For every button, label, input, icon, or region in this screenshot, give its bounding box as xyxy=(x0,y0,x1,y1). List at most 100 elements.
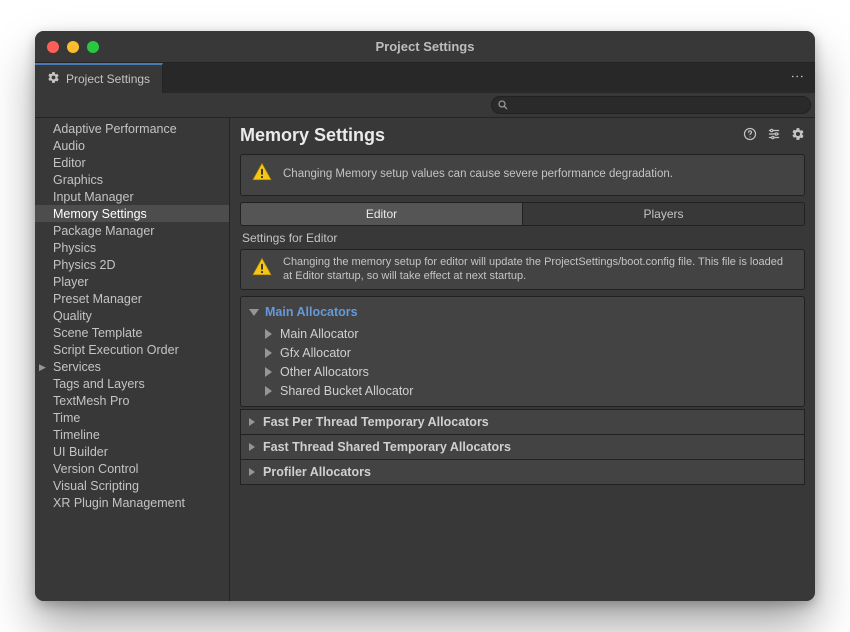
window-controls xyxy=(47,41,99,53)
sidebar-item-label: Adaptive Performance xyxy=(53,122,177,136)
main-allocators-title: Main Allocators xyxy=(265,305,358,319)
warning-icon xyxy=(251,256,273,283)
triangle-right-icon xyxy=(249,443,255,451)
main-panel: Memory Settings Changing Memory setup va… xyxy=(230,118,815,601)
sidebar-item-label: Quality xyxy=(53,309,92,323)
sidebar-item-visual-scripting[interactable]: Visual Scripting xyxy=(35,477,229,494)
sidebar-item-timeline[interactable]: Timeline xyxy=(35,426,229,443)
allocator-label: Shared Bucket Allocator xyxy=(280,384,413,398)
sidebar-item-quality[interactable]: Quality xyxy=(35,307,229,324)
sidebar-item-label: Graphics xyxy=(53,173,103,187)
maximize-window-button[interactable] xyxy=(87,41,99,53)
header-icons xyxy=(743,127,805,144)
sidebar-item-input-manager[interactable]: Input Manager xyxy=(35,188,229,205)
sidebar-item-xr-plugin-management[interactable]: XR Plugin Management xyxy=(35,494,229,511)
foldout-fast-per-thread-temporary-allocators[interactable]: Fast Per Thread Temporary Allocators xyxy=(240,409,805,435)
gear-icon xyxy=(47,71,60,87)
sidebar-item-label: Player xyxy=(53,275,88,289)
foldout-label: Fast Per Thread Temporary Allocators xyxy=(263,415,489,429)
search-row xyxy=(35,93,815,117)
sidebar-item-preset-manager[interactable]: Preset Manager xyxy=(35,290,229,307)
sidebar-item-editor[interactable]: Editor xyxy=(35,154,229,171)
allocator-foldout-other-allocators[interactable]: Other Allocators xyxy=(265,362,804,381)
window-title: Project Settings xyxy=(376,39,475,54)
foldout-label: Fast Thread Shared Temporary Allocators xyxy=(263,440,511,454)
allocator-foldout-main-allocator[interactable]: Main Allocator xyxy=(265,324,804,343)
settings-subtitle: Settings for Editor xyxy=(240,226,805,249)
sidebar-item-label: TextMesh Pro xyxy=(53,394,129,408)
sidebar-item-time[interactable]: Time xyxy=(35,409,229,426)
foldout-profiler-allocators[interactable]: Profiler Allocators xyxy=(240,460,805,485)
sidebar-item-graphics[interactable]: Graphics xyxy=(35,171,229,188)
top-warning-text: Changing Memory setup values can cause s… xyxy=(283,167,673,183)
bottom-foldouts: Fast Per Thread Temporary Allocators Fast… xyxy=(240,409,805,485)
sidebar-item-label: Audio xyxy=(53,139,85,153)
triangle-right-icon xyxy=(265,386,272,396)
sidebar-item-physics-2d[interactable]: Physics 2D xyxy=(35,256,229,273)
sidebar-item-player[interactable]: Player xyxy=(35,273,229,290)
sidebar-item-tags-and-layers[interactable]: Tags and Layers xyxy=(35,375,229,392)
minimize-window-button[interactable] xyxy=(67,41,79,53)
triangle-right-icon xyxy=(249,468,255,476)
sidebar-item-label: Physics xyxy=(53,241,96,255)
sidebar-item-services[interactable]: ▶Services xyxy=(35,358,229,375)
titlebar: Project Settings xyxy=(35,31,815,63)
sidebar-item-textmesh-pro[interactable]: TextMesh Pro xyxy=(35,392,229,409)
sidebar-item-label: Editor xyxy=(53,156,86,170)
sidebar-item-label: XR Plugin Management xyxy=(53,496,185,510)
window-menu-button[interactable]: ⋮ xyxy=(790,70,805,84)
sidebar-item-script-execution-order[interactable]: Script Execution Order xyxy=(35,341,229,358)
search-box[interactable] xyxy=(491,96,811,114)
main-content: Changing Memory setup values can cause s… xyxy=(230,154,815,601)
sidebar-item-label: Tags and Layers xyxy=(53,377,145,391)
preset-icon[interactable] xyxy=(767,127,781,144)
sidebar-item-audio[interactable]: Audio xyxy=(35,137,229,154)
tab-project-settings[interactable]: Project Settings xyxy=(35,63,163,93)
close-window-button[interactable] xyxy=(47,41,59,53)
sidebar-item-scene-template[interactable]: Scene Template xyxy=(35,324,229,341)
sidebar-item-memory-settings[interactable]: Memory Settings xyxy=(35,205,229,222)
sidebar-item-adaptive-performance[interactable]: Adaptive Performance xyxy=(35,120,229,137)
help-icon[interactable] xyxy=(743,127,757,144)
sidebar-item-label: Memory Settings xyxy=(53,207,147,221)
tab-label: Project Settings xyxy=(66,72,150,86)
expand-triangle-icon: ▶ xyxy=(39,362,46,373)
sidebar-item-label: Version Control xyxy=(53,462,138,476)
allocator-foldout-gfx-allocator[interactable]: Gfx Allocator xyxy=(265,343,804,362)
allocator-label: Other Allocators xyxy=(280,365,369,379)
allocator-label: Main Allocator xyxy=(280,327,359,341)
sidebar-item-label: Package Manager xyxy=(53,224,154,238)
window-tabstrip: Project Settings ⋮ xyxy=(35,63,815,93)
sub-warning-text: Changing the memory setup for editor wil… xyxy=(283,255,794,285)
settings-gear-icon[interactable] xyxy=(791,127,805,144)
settings-sidebar: Adaptive Performance Audio Editor Graphics I… xyxy=(35,118,230,601)
top-warning: Changing Memory setup values can cause s… xyxy=(240,154,805,196)
tab-editor[interactable]: Editor xyxy=(240,202,522,226)
sidebar-item-package-manager[interactable]: Package Manager xyxy=(35,222,229,239)
triangle-right-icon xyxy=(265,348,272,358)
foldout-fast-thread-shared-temporary-allocators[interactable]: Fast Thread Shared Temporary Allocators xyxy=(240,435,805,460)
sidebar-item-label: Visual Scripting xyxy=(53,479,139,493)
sidebar-item-label: Preset Manager xyxy=(53,292,142,306)
sidebar-item-label: Scene Template xyxy=(53,326,142,340)
allocator-label: Gfx Allocator xyxy=(280,346,351,360)
foldout-label: Profiler Allocators xyxy=(263,465,371,479)
triangle-right-icon xyxy=(249,418,255,426)
sub-warning: Changing the memory setup for editor wil… xyxy=(240,249,805,291)
allocator-foldout-shared-bucket-allocator[interactable]: Shared Bucket Allocator xyxy=(265,381,804,400)
sidebar-item-label: Timeline xyxy=(53,428,100,442)
sidebar-item-ui-builder[interactable]: UI Builder xyxy=(35,443,229,460)
tab-players[interactable]: Players xyxy=(522,202,805,226)
warning-icon xyxy=(251,161,273,189)
sidebar-item-physics[interactable]: Physics xyxy=(35,239,229,256)
body: Adaptive Performance Audio Editor Graphics I… xyxy=(35,117,815,601)
allocators-list: Main Allocator Gfx Allocator Other Allocat… xyxy=(241,321,804,402)
triangle-right-icon xyxy=(265,367,272,377)
sidebar-item-label: Script Execution Order xyxy=(53,343,179,357)
main-header: Memory Settings xyxy=(230,118,815,154)
search-input[interactable] xyxy=(512,99,802,111)
sidebar-item-label: Input Manager xyxy=(53,190,134,204)
main-allocators-foldout[interactable]: Main Allocators xyxy=(241,303,804,321)
sidebar-item-version-control[interactable]: Version Control xyxy=(35,460,229,477)
sidebar-item-label: Time xyxy=(53,411,80,425)
